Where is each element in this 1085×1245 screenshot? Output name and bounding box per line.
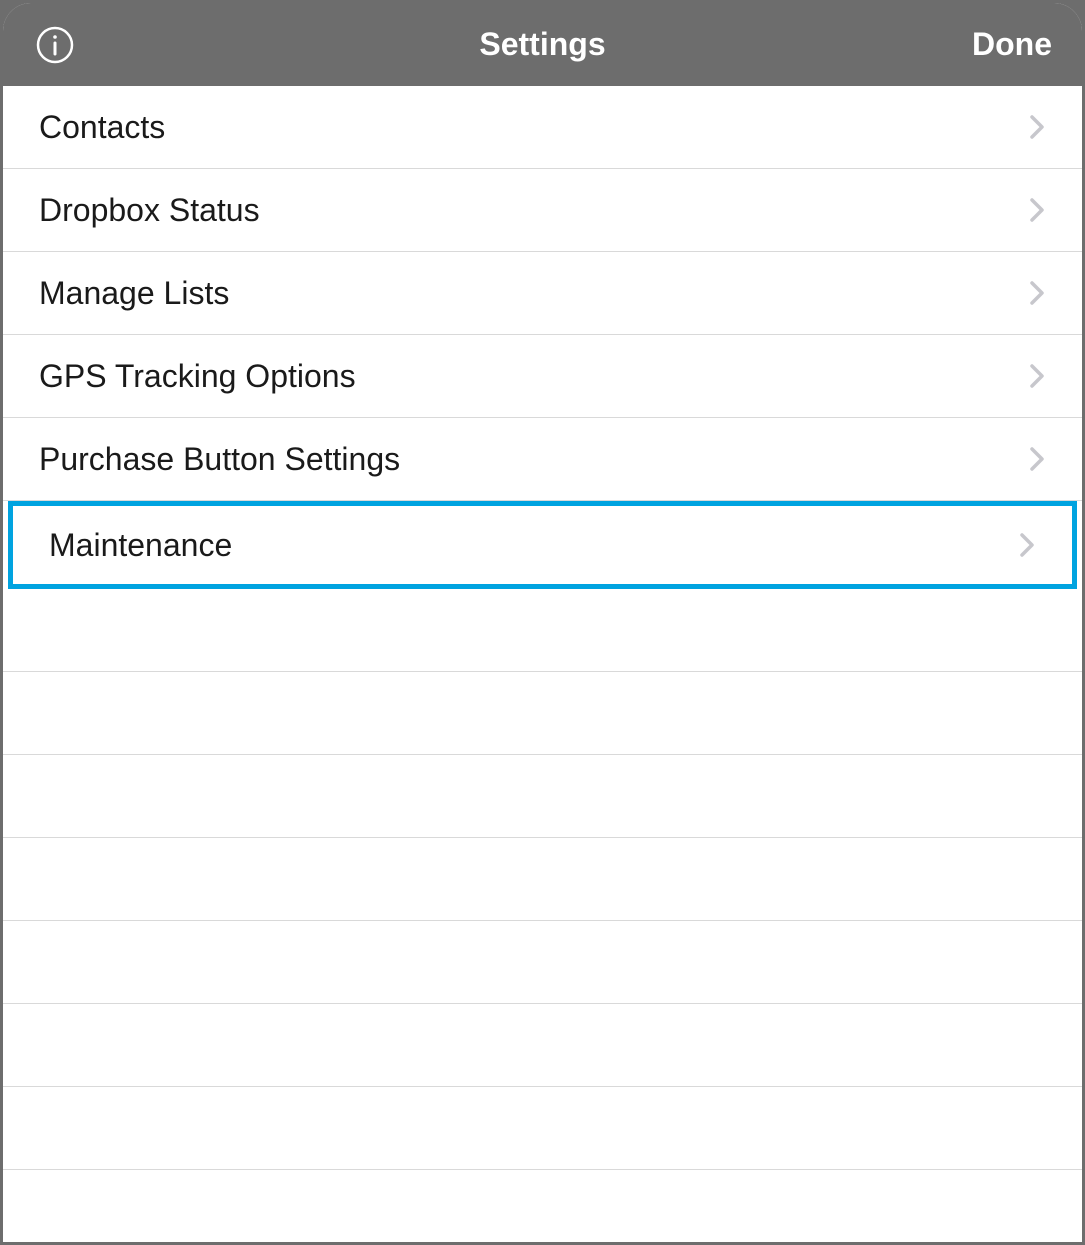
settings-item-purchase-button[interactable]: Purchase Button Settings [3, 418, 1082, 501]
settings-item-label: Manage Lists [39, 275, 229, 312]
chevron-right-icon [1028, 196, 1046, 224]
empty-row [3, 589, 1082, 672]
page-title: Settings [479, 26, 605, 63]
settings-item-maintenance[interactable]: Maintenance [8, 501, 1077, 589]
chevron-right-icon [1028, 362, 1046, 390]
empty-row [3, 755, 1082, 838]
chevron-right-icon [1028, 445, 1046, 473]
settings-item-label: Purchase Button Settings [39, 441, 400, 478]
settings-item-manage-lists[interactable]: Manage Lists [3, 252, 1082, 335]
empty-row [3, 921, 1082, 1004]
empty-row [3, 838, 1082, 921]
empty-row [3, 1170, 1082, 1242]
empty-row [3, 672, 1082, 755]
settings-modal: Settings Done Contacts Dropbox Status Ma… [3, 3, 1082, 1242]
settings-item-label: Dropbox Status [39, 192, 260, 229]
info-button[interactable] [33, 23, 77, 67]
chevron-right-icon [1028, 279, 1046, 307]
settings-list: Contacts Dropbox Status Manage Lists GPS… [3, 86, 1082, 1242]
info-icon [35, 25, 75, 65]
settings-item-dropbox-status[interactable]: Dropbox Status [3, 169, 1082, 252]
chevron-right-icon [1028, 113, 1046, 141]
empty-row [3, 1087, 1082, 1170]
settings-item-contacts[interactable]: Contacts [3, 86, 1082, 169]
modal-header: Settings Done [3, 3, 1082, 86]
empty-row [3, 1004, 1082, 1087]
settings-item-label: Contacts [39, 109, 165, 146]
chevron-right-icon [1018, 531, 1036, 559]
settings-item-gps-tracking[interactable]: GPS Tracking Options [3, 335, 1082, 418]
settings-item-label: Maintenance [49, 527, 232, 564]
settings-item-label: GPS Tracking Options [39, 358, 356, 395]
done-button[interactable]: Done [972, 26, 1052, 63]
